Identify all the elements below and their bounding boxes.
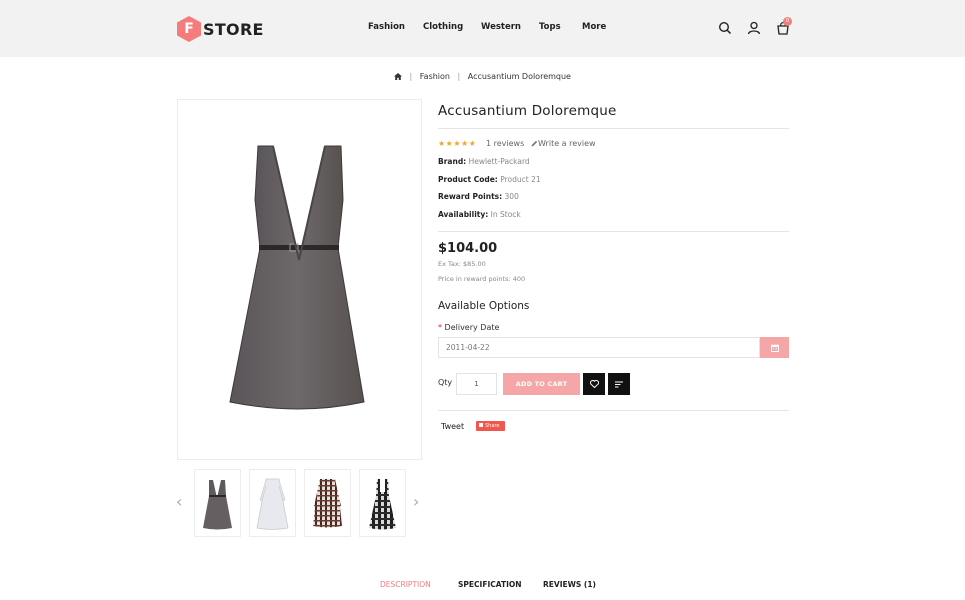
product-price: $104.00 xyxy=(438,241,498,256)
pencil-icon xyxy=(531,140,538,146)
thumbnail-3[interactable] xyxy=(304,469,351,537)
delivery-date-label: * Delivery Date xyxy=(438,323,499,332)
user-icon[interactable] xyxy=(747,20,763,36)
divider xyxy=(438,128,789,129)
product-main-image[interactable] xyxy=(177,99,422,460)
share-button[interactable]: Share xyxy=(476,421,505,431)
spec-reward-points: Reward Points: 300 xyxy=(438,192,519,201)
divider xyxy=(438,231,789,232)
share-label: Share xyxy=(485,423,500,429)
spec-label: Product Code: xyxy=(438,175,498,184)
breadcrumb-separator: | xyxy=(457,72,461,81)
share-icon xyxy=(479,423,483,427)
thumbnail-1[interactable] xyxy=(194,469,241,537)
divider xyxy=(438,410,789,411)
thumbnail-4[interactable] xyxy=(359,469,406,537)
main-nav: Fashion Clothing Western Tops More xyxy=(0,22,965,36)
thumbnail-2[interactable] xyxy=(249,469,296,537)
write-review-label: Write a review xyxy=(538,139,596,148)
compare-button[interactable] xyxy=(608,373,630,395)
nav-item-clothing[interactable]: Clothing xyxy=(423,22,463,32)
available-options-title: Available Options xyxy=(438,300,530,312)
spec-value-product-code: Product 21 xyxy=(500,175,541,184)
qty-input[interactable]: 1 xyxy=(456,373,497,395)
nav-item-fashion[interactable]: Fashion xyxy=(368,22,405,32)
add-to-cart-button[interactable]: ADD TO CART xyxy=(503,373,580,395)
compare-icon xyxy=(615,381,623,387)
ex-tax-price: Ex Tax: $85.00 xyxy=(438,260,486,268)
breadcrumb-item-current[interactable]: Accusantium Doloremque xyxy=(468,72,571,81)
spec-label: Availability: xyxy=(438,210,489,219)
breadcrumb: | Fashion | Accusantium Doloremque xyxy=(0,72,965,81)
required-mark: * xyxy=(438,323,442,332)
calendar-button[interactable] xyxy=(760,337,789,358)
spec-product-code: Product Code: Product 21 xyxy=(438,175,541,184)
breadcrumb-separator: | xyxy=(409,72,413,81)
tab-reviews[interactable]: REVIEWS (1) xyxy=(543,580,596,589)
spec-brand: Brand: Hewlett-Packard xyxy=(438,157,530,166)
qty-label: Qty xyxy=(438,378,453,387)
tab-specification[interactable]: SPECIFICATION xyxy=(458,580,522,589)
thumb-next-arrow[interactable]: › xyxy=(413,492,419,511)
thumb-prev-arrow[interactable]: ‹ xyxy=(176,492,182,511)
write-review-link[interactable]: Write a review xyxy=(531,139,596,148)
spec-value-availability: In Stock xyxy=(490,210,521,219)
wishlist-button[interactable] xyxy=(583,373,605,395)
delivery-date-input[interactable]: 2011-04-22 xyxy=(438,337,760,358)
search-icon[interactable] xyxy=(718,20,734,36)
delivery-date-text: Delivery Date xyxy=(444,323,500,332)
site-header: F STORE Fashion Clothing Western Tops Mo… xyxy=(0,0,965,57)
reviews-count-link[interactable]: 1 reviews xyxy=(486,139,524,148)
grey-pinafore-dress-image xyxy=(229,145,365,410)
breadcrumb-item-fashion[interactable]: Fashion xyxy=(420,72,450,81)
cart-count-badge: 0 xyxy=(783,17,792,26)
tweet-button[interactable]: Tweet xyxy=(441,422,464,431)
spec-value-brand[interactable]: Hewlett-Packard xyxy=(469,157,530,166)
product-title: Accusantium Doloremque xyxy=(438,103,617,119)
home-icon[interactable] xyxy=(394,72,405,81)
spec-label: Reward Points: xyxy=(438,192,503,201)
spec-value-reward-points: 300 xyxy=(504,192,519,201)
tab-description[interactable]: DESCRIPTION xyxy=(380,580,431,589)
spec-label: Brand: xyxy=(438,157,467,166)
nav-item-western[interactable]: Western xyxy=(481,22,521,32)
nav-item-more[interactable]: More xyxy=(582,22,606,32)
calendar-icon xyxy=(770,344,779,352)
reward-points-price: Price in reward points: 400 xyxy=(438,275,526,283)
spec-availability: Availability: In Stock xyxy=(438,210,521,219)
nav-item-tops[interactable]: Tops xyxy=(539,22,561,32)
rating-stars: ★★★★★ xyxy=(438,139,477,148)
heart-icon xyxy=(589,380,599,388)
